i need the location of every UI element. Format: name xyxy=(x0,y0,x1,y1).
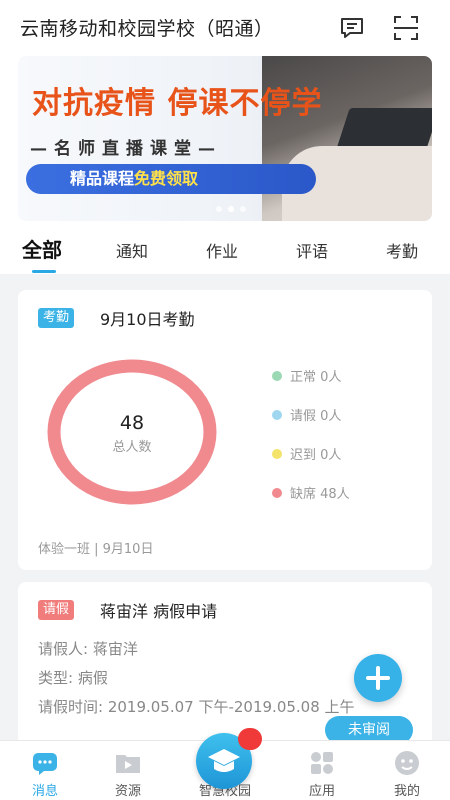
nav-item-messages[interactable]: 消息 xyxy=(0,741,90,800)
banner-cta-prefix: 精品课程 xyxy=(70,169,135,188)
app-header: 云南移动和校园学校（昭通） xyxy=(0,0,450,56)
legend-leave: 请假 0人 xyxy=(272,405,341,424)
tab-all[interactable]: 全部 xyxy=(22,234,62,263)
nav-item-resources[interactable]: 资源 xyxy=(83,741,173,800)
tab-notice[interactable]: 通知 xyxy=(116,238,148,262)
banner-subline: —名师直播课堂— xyxy=(30,139,222,159)
leave-time: 请假时间: 2019.05.07 下午-2019.05.08 上午 xyxy=(38,698,355,716)
apps-icon xyxy=(311,752,333,774)
tab-indicator xyxy=(32,270,56,273)
message-icon xyxy=(33,753,57,775)
category-tabs: 全部 通知 作业 评语 考勤 xyxy=(0,228,450,274)
tab-homework[interactable]: 作业 xyxy=(206,238,238,262)
message-icon[interactable] xyxy=(338,14,366,42)
add-button[interactable] xyxy=(354,654,402,702)
nav-item-apps[interactable]: 应用 xyxy=(277,741,367,800)
scan-icon[interactable] xyxy=(392,14,420,42)
page-title: 云南移动和校园学校（昭通） xyxy=(20,18,274,40)
legend-normal: 正常 0人 xyxy=(272,366,341,385)
leave-type: 类型: 病假 xyxy=(38,669,108,687)
banner-pagination xyxy=(216,206,246,212)
nav-item-profile[interactable]: 我的 xyxy=(362,741,450,800)
leave-card-title: 蒋宙洋 病假申请 xyxy=(100,602,218,621)
legend-late: 迟到 0人 xyxy=(272,444,341,463)
tab-attendance[interactable]: 考勤 xyxy=(386,238,418,262)
resource-icon xyxy=(116,755,140,773)
notification-badge xyxy=(238,728,262,750)
attendance-card-footer: 体验一班 | 9月10日 xyxy=(38,542,154,557)
plus-icon xyxy=(366,666,390,690)
banner-headline: 对抗疫情 停课不停学 xyxy=(32,86,323,121)
leave-tag: 请假 xyxy=(38,600,75,620)
leave-applicant: 请假人: 蒋宙洋 xyxy=(38,640,138,658)
banner-cta-free: 免费领取 xyxy=(134,169,199,188)
promo-banner[interactable]: 对抗疫情 停课不停学 —名师直播课堂— 精品课程免费领取 xyxy=(18,56,432,221)
tab-comments[interactable]: 评语 xyxy=(296,238,328,262)
attendance-card-title: 9月10日考勤 xyxy=(100,310,195,329)
attendance-total: 48 xyxy=(119,412,145,434)
attendance-total-label: 总人数 xyxy=(112,440,152,455)
banner-cta[interactable]: 精品课程免费领取 xyxy=(26,164,316,194)
legend-absent: 缺席 48人 xyxy=(272,483,350,502)
attendance-card[interactable]: 考勤 9月10日考勤 48 总人数 正常 0人 请假 0人 迟到 0人 缺席 4… xyxy=(18,290,432,570)
attendance-tag: 考勤 xyxy=(38,308,75,328)
profile-icon xyxy=(395,751,419,775)
